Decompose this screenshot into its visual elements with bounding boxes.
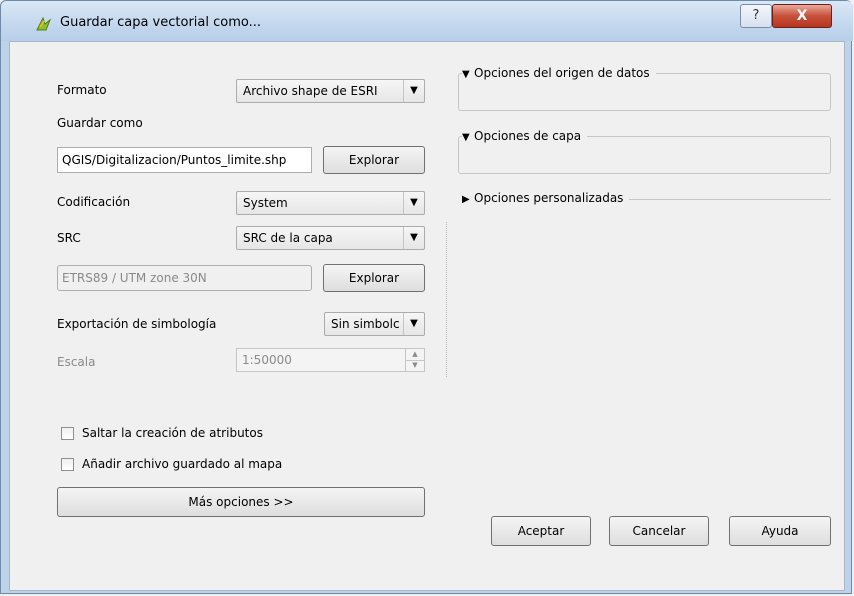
datasource-options-header[interactable]: ▼ Opciones del origen de datos [462,66,656,80]
scale-spinbox[interactable]: 1:50000 ▲ ▼ [236,348,425,372]
help-title-button[interactable]: ? [740,4,772,28]
encoding-value: System [243,196,288,210]
help-button[interactable]: Ayuda [729,516,831,546]
dropdown-arrow-icon: ▼ [403,192,424,214]
expand-triangle-icon: ▶ [462,194,470,205]
browse-crs-button[interactable]: Explorar [323,264,425,292]
scale-label: Escala [57,355,96,369]
layer-options-header[interactable]: ▼ Opciones de capa [462,129,588,143]
panel-splitter[interactable] [446,222,449,377]
add-to-map-label: Añadir archivo guardado al mapa [82,457,283,471]
datasource-options-title: Opciones del origen de datos [474,66,650,80]
dropdown-arrow-icon: ▼ [403,80,424,102]
dialog-window: Guardar capa vectorial como... ? X Forma… [0,0,853,594]
custom-options-title: Opciones personalizadas [474,191,624,205]
browse-file-button[interactable]: Explorar [323,146,425,174]
save-path-value: QGIS/Digitalizacion/Puntos_limite.shp [62,153,287,167]
symbology-value: Sin simbolc [331,317,400,331]
window-title: Guardar capa vectorial como... [60,15,261,30]
crs-combobox[interactable]: SRC de la capa ▼ [236,226,425,250]
format-label: Formato [57,83,107,97]
crs-mode-value: SRC de la capa [243,231,333,245]
dropdown-arrow-icon: ▼ [403,313,424,335]
layer-options-title: Opciones de capa [474,129,582,143]
symbology-label: Exportación de simbología [57,317,217,331]
crs-display-value: ETRS89 / UTM zone 30N [62,271,207,285]
dialog-body: Formato Archivo shape de ESRI ▼ Guardar … [9,41,845,591]
format-combobox[interactable]: Archivo shape de ESRI ▼ [236,79,425,103]
collapse-triangle-icon: ▼ [462,132,470,143]
title-bar[interactable]: Guardar capa vectorial como... ? X [1,1,853,41]
close-button[interactable]: X [772,4,832,28]
more-options-button[interactable]: Más opciones >> [57,487,425,517]
encoding-label: Codificación [57,195,131,209]
encoding-combobox[interactable]: System ▼ [236,191,425,215]
ok-button[interactable]: Aceptar [491,516,591,546]
cancel-button[interactable]: Cancelar [609,516,709,546]
skip-attributes-checkbox[interactable] [61,427,74,440]
save-as-label: Guardar como [57,116,143,130]
save-path-input[interactable]: QGIS/Digitalizacion/Puntos_limite.shp [57,147,312,173]
skip-attributes-label: Saltar la creación de atributos [82,426,263,440]
scale-value: 1:50000 [242,353,292,367]
custom-options-header[interactable]: ▶ Opciones personalizadas [462,191,630,205]
symbology-combobox[interactable]: Sin simbolc ▼ [324,312,425,336]
add-to-map-checkbox[interactable] [61,458,74,471]
qgis-app-icon [36,16,52,31]
dropdown-arrow-icon: ▼ [403,227,424,249]
crs-display-field: ETRS89 / UTM zone 30N [57,265,312,291]
crs-label: SRC [57,231,81,245]
collapse-triangle-icon: ▼ [462,69,470,80]
format-value: Archivo shape de ESRI [243,84,378,98]
spin-down-icon[interactable]: ▼ [405,360,424,371]
